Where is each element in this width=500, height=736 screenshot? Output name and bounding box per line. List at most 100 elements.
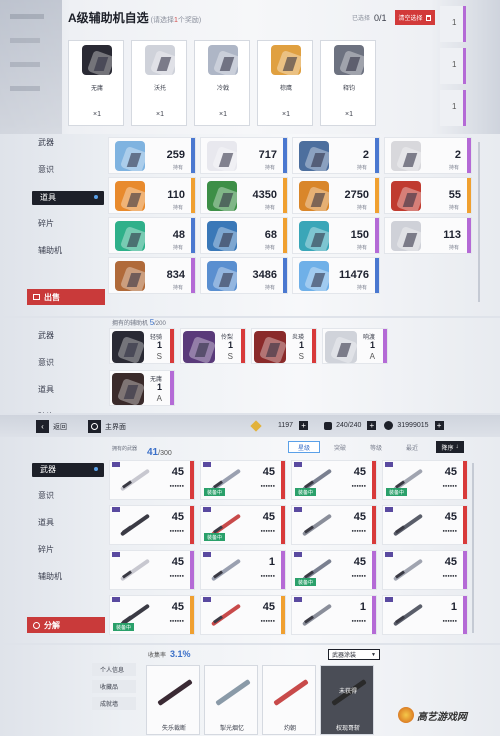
weapon-card[interactable]: 45 ●●●●●● 装备中 <box>382 460 468 500</box>
items-scrollbar[interactable] <box>478 142 480 302</box>
weapon-skin-card[interactable]: 失乐裁断 <box>146 665 200 735</box>
weapon-card[interactable]: 45 ●●●●●● <box>382 505 468 545</box>
nav-item[interactable]: 碎片 <box>38 544 54 555</box>
weapon-level: 45 <box>353 556 366 568</box>
collection-nav-item[interactable]: 个人信息 <box>92 663 136 676</box>
assist-select-panel: A级辅助机自选 (请选择1个奖励) 已选择 0/1 清空选择 无庸 ×1 沃托 ×1 冷… <box>0 0 500 134</box>
item-count: 2 <box>362 149 369 161</box>
clear-selection-button[interactable]: 清空选择 <box>394 10 435 25</box>
reward-card[interactable]: 释钧 ×1 <box>320 40 376 126</box>
reward-card[interactable]: 沃托 ×1 <box>131 40 187 126</box>
weapon-card[interactable]: 45 ●●●●●● 装备中 <box>291 550 377 590</box>
rarity-stripe <box>190 551 194 589</box>
assist-grid: 轻骑 1 S 伶梨 1 S 炎瑛 1 S 响渡 1 A 无庸 1 A <box>109 328 388 406</box>
rarity-stripe <box>467 138 471 173</box>
weapon-card[interactable]: 45 ●●●●●● <box>109 460 195 500</box>
collection-nav-item[interactable]: 成就墙 <box>92 697 136 710</box>
item-slot[interactable]: 2750 持有 <box>292 177 380 214</box>
nav-item[interactable]: 武器 <box>38 330 54 341</box>
reward-name: 释钧 <box>342 86 355 92</box>
assist-machine-card[interactable]: 轻骑 1 S <box>109 328 175 364</box>
owned-label: 持有 <box>264 205 275 211</box>
weapon-card[interactable]: 45 ●●●●●● 装备中 <box>291 460 377 500</box>
type-badge-icon <box>385 507 393 512</box>
nav-item[interactable]: 辅助机 <box>38 571 62 582</box>
sort-tab[interactable]: 最近 <box>396 441 428 453</box>
weapon-card[interactable]: 1 ●●●●●● <box>291 595 377 635</box>
reward-name: 冷戟 <box>216 86 229 92</box>
assist-machine-card[interactable]: 伶梨 1 S <box>180 328 246 364</box>
weapon-card[interactable]: 45 ●●●●●● <box>109 505 195 545</box>
type-badge-icon <box>203 552 211 557</box>
sort-tab[interactable]: 突破 <box>324 441 356 453</box>
item-slot[interactable]: 2 持有 <box>292 137 380 174</box>
collection-nav-item[interactable]: 收藏品 <box>92 680 136 693</box>
weapon-card[interactable]: 45 ●●●●●● <box>291 505 377 545</box>
add-stamina-button[interactable]: + <box>367 421 377 430</box>
item-slot[interactable]: 4350 持有 <box>200 177 288 214</box>
type-badge-icon <box>112 507 120 512</box>
nav-item[interactable]: 碎片 <box>38 218 54 229</box>
type-badge-icon <box>112 552 120 557</box>
item-slot[interactable]: 48 持有 <box>108 217 196 254</box>
assist-machine-card[interactable]: 无庸 1 A <box>109 370 175 406</box>
weapon-inventory-panel: ‹ 返回 主界面 1197 + 240/240 + 31999015 + 拥有的… <box>0 415 500 643</box>
weapon-skin-card[interactable]: 掣光烟忆 <box>204 665 258 735</box>
weapon-skin-card[interactable]: 灼朝 <box>262 665 316 735</box>
item-slot[interactable]: 834 持有 <box>108 257 196 294</box>
reward-card[interactable]: 冷戟 ×1 <box>194 40 250 126</box>
item-slot[interactable]: 150 持有 <box>292 217 380 254</box>
nav-item[interactable]: 辅助机 <box>38 245 62 256</box>
item-slot[interactable]: 3486 持有 <box>200 257 288 294</box>
item-slot[interactable]: 113 持有 <box>384 217 472 254</box>
sort-tab[interactable]: 等级 <box>360 441 392 453</box>
sell-button[interactable]: 出售 <box>27 289 105 305</box>
nav-item[interactable]: 碎片 <box>38 411 54 413</box>
sort-tab[interactable]: 星级 <box>288 441 320 453</box>
reward-card[interactable]: 无庸 ×1 <box>68 40 124 126</box>
nav-item[interactable]: 武器 <box>38 137 54 148</box>
add-crystal-button[interactable]: + <box>299 421 309 430</box>
home-button[interactable]: 主界面 <box>88 420 126 433</box>
weapon-card[interactable]: 45 ●●●●●● <box>200 595 286 635</box>
assist-machine-card[interactable]: 炎瑛 1 S <box>251 328 317 364</box>
right-blurred-cards: 1 1 1 <box>440 0 470 134</box>
item-slot[interactable]: 259 持有 <box>108 137 196 174</box>
item-slot[interactable]: 68 持有 <box>200 217 288 254</box>
weapon-card[interactable]: 1 ●●●●●● <box>200 550 286 590</box>
sort-order-button[interactable]: 降序 ↓ <box>436 441 464 453</box>
nav-item[interactable]: 意识 <box>38 357 54 368</box>
weapon-stars: ●●●●●● <box>351 618 367 623</box>
weapon-level: 45 <box>171 466 184 478</box>
weapon-card[interactable]: 45 ●●●●●● 装备中 <box>109 595 195 635</box>
skin-type-dropdown[interactable]: 武器涂装 ▼ <box>328 649 380 660</box>
item-slot[interactable]: 55 持有 <box>384 177 472 214</box>
weapon-card[interactable]: 1 ●●●●●● <box>382 595 468 635</box>
weapon-level: 1 <box>359 601 366 613</box>
assist-machine-card[interactable]: 响渡 1 A <box>322 328 388 364</box>
dismantle-button[interactable]: 分解 <box>27 617 105 633</box>
item-slot[interactable]: 11476 持有 <box>292 257 380 294</box>
weapon-card[interactable]: 45 ●●●●●● 装备中 <box>200 505 286 545</box>
add-coin-button[interactable]: + <box>434 421 444 430</box>
back-button[interactable]: ‹ 返回 <box>36 420 67 433</box>
nav-item[interactable]: 武器 <box>32 463 104 477</box>
nav-item[interactable]: 道具 <box>38 517 54 528</box>
nav-item[interactable]: 意识 <box>38 490 54 501</box>
item-slot[interactable]: 110 持有 <box>108 177 196 214</box>
assist-machine-icon <box>112 373 144 405</box>
weapon-skin-card[interactable]: 未获得 权现哥斩 <box>320 665 374 735</box>
reward-card[interactable]: 棕鹰 ×1 <box>257 40 313 126</box>
weapon-card[interactable]: 45 ●●●●●● <box>382 550 468 590</box>
item-slot[interactable]: 717 持有 <box>200 137 288 174</box>
weapon-card[interactable]: 45 ●●●●●● 装备中 <box>200 460 286 500</box>
nav-item[interactable]: 道具 <box>32 191 104 205</box>
weapon-card[interactable]: 45 ●●●●●● <box>109 550 195 590</box>
rarity-stripe <box>283 178 287 213</box>
sell-icon <box>33 294 40 300</box>
weapon-scrollbar[interactable] <box>472 463 474 633</box>
nav-item[interactable]: 意识 <box>38 164 54 175</box>
item-slot[interactable]: 2 持有 <box>384 137 472 174</box>
type-badge-icon <box>112 597 120 602</box>
nav-item[interactable]: 道具 <box>38 384 54 395</box>
